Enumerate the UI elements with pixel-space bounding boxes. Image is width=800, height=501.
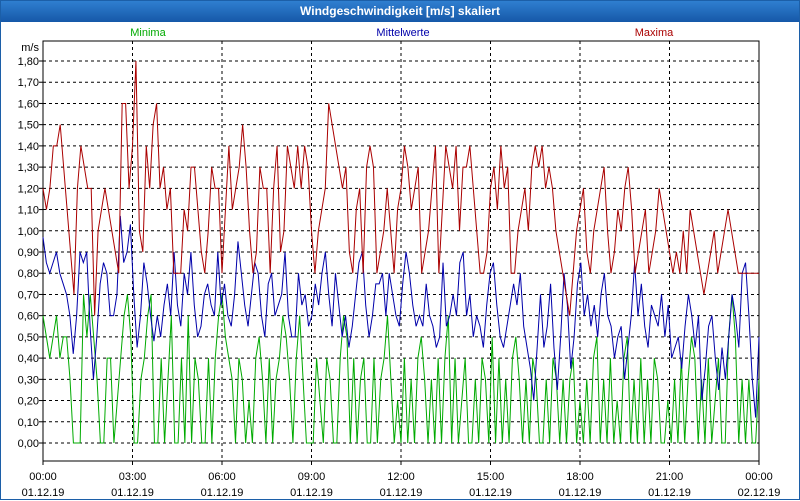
y-tick-label: 0,20 bbox=[18, 396, 39, 408]
line-chart: 0,00 0,10 0,20 0,30 0,40 0,50 0,60 0,70 0,80 0,90… bbox=[18, 27, 781, 499]
x-tick-date-label: 01.12.19 bbox=[648, 487, 691, 499]
x-tick-time-label: 00:00 bbox=[745, 471, 773, 483]
y-tick-label: 1,70 bbox=[18, 77, 39, 89]
y-tick-label: 1,30 bbox=[18, 162, 39, 174]
chart-window: Windgeschwindigkeit [m/s] skaliert 0,00 0… bbox=[0, 0, 800, 500]
x-tick-date-label: 01.12.19 bbox=[111, 487, 154, 499]
legend-entry-maxima: Maxima bbox=[635, 27, 674, 39]
x-tick-time-label: 09:00 bbox=[298, 471, 326, 483]
legend-entry-mittelwerte: Mittelwerte bbox=[376, 27, 429, 39]
x-tick-date-label: 01.12.19 bbox=[201, 487, 244, 499]
x-tick-time-label: 18:00 bbox=[566, 471, 594, 483]
x-tick-date-label: 01.12.19 bbox=[380, 487, 423, 499]
y-tick-label: 0,60 bbox=[18, 311, 39, 323]
y-tick-label: 1,80 bbox=[18, 56, 39, 68]
y-tick-label: 1,40 bbox=[18, 141, 39, 153]
y-tick-label: 0,40 bbox=[18, 353, 39, 365]
x-tick-date-label: 01.12.19 bbox=[559, 487, 602, 499]
x-tick-date-label: 01.12.19 bbox=[290, 487, 333, 499]
x-tick-time-label: 00:00 bbox=[29, 471, 57, 483]
x-tick-time-label: 06:00 bbox=[208, 471, 236, 483]
y-tick-label: 1,20 bbox=[18, 183, 39, 195]
y-tick-label: 0,10 bbox=[18, 417, 39, 429]
y-tick-label: 0,00 bbox=[18, 438, 39, 450]
y-tick-label: 1,50 bbox=[18, 120, 39, 132]
y-tick-label: 1,10 bbox=[18, 205, 39, 217]
x-tick-date-label: 02.12.19 bbox=[738, 487, 781, 499]
y-tick-label: 0,70 bbox=[18, 289, 39, 301]
legend-entry-minima: Minima bbox=[130, 27, 166, 39]
y-tick-label: 1,00 bbox=[18, 226, 39, 238]
y-tick-label: 0,30 bbox=[18, 374, 39, 386]
x-tick-time-label: 03:00 bbox=[119, 471, 147, 483]
x-tick-time-label: 12:00 bbox=[387, 471, 415, 483]
x-tick-date-label: 01.12.19 bbox=[469, 487, 512, 499]
y-axis-label: m/s bbox=[21, 42, 39, 54]
y-tick-label: 0,80 bbox=[18, 268, 39, 280]
x-tick-time-label: 21:00 bbox=[656, 471, 684, 483]
y-tick-label: 0,50 bbox=[18, 332, 39, 344]
y-tick-label: 1,60 bbox=[18, 98, 39, 110]
y-tick-label: 0,90 bbox=[18, 247, 39, 259]
x-tick-time-label: 15:00 bbox=[477, 471, 505, 483]
x-tick-date-label: 01.12.19 bbox=[22, 487, 65, 499]
